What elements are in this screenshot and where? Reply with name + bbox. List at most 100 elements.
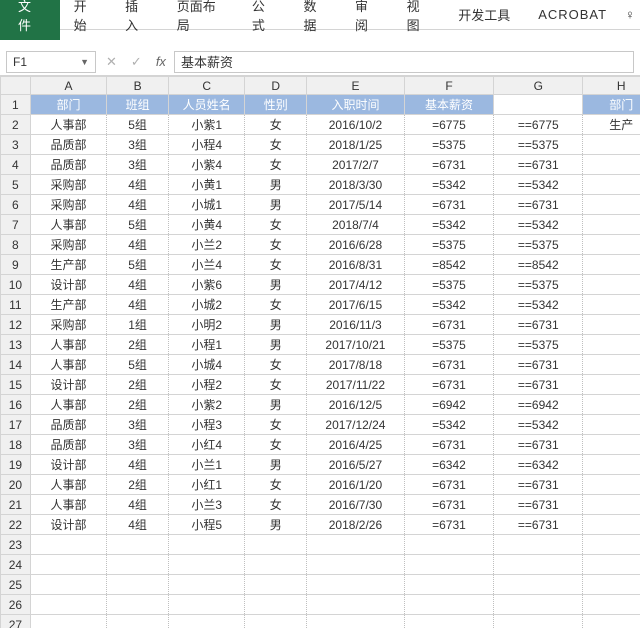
rowhead[interactable]: 8 — [1, 235, 31, 255]
cell[interactable] — [307, 535, 405, 555]
cell[interactable]: 女 — [245, 135, 307, 155]
cell[interactable] — [307, 555, 405, 575]
cell[interactable]: 4组 — [107, 235, 169, 255]
cell[interactable]: 2组 — [107, 395, 169, 415]
cell[interactable] — [168, 555, 245, 575]
cell[interactable] — [168, 615, 245, 629]
cell[interactable]: =6775 — [404, 115, 493, 135]
cell[interactable] — [583, 415, 640, 435]
cell[interactable]: ==5375 — [494, 335, 583, 355]
rowhead[interactable]: 10 — [1, 275, 31, 295]
tab-file[interactable]: 文件 — [0, 0, 60, 40]
cell[interactable]: 女 — [245, 475, 307, 495]
cell[interactable]: 小兰3 — [168, 495, 245, 515]
cell[interactable]: 4组 — [107, 195, 169, 215]
cell[interactable]: 2016/5/27 — [307, 455, 405, 475]
cell[interactable]: 女 — [245, 155, 307, 175]
cell[interactable]: =6731 — [404, 495, 493, 515]
cell[interactable] — [583, 495, 640, 515]
cell[interactable] — [583, 215, 640, 235]
cell[interactable]: =5375 — [404, 335, 493, 355]
cell[interactable]: 小城4 — [168, 355, 245, 375]
select-all-corner[interactable] — [1, 77, 31, 95]
rowhead[interactable]: 5 — [1, 175, 31, 195]
cell[interactable] — [168, 575, 245, 595]
cell[interactable] — [583, 375, 640, 395]
cell[interactable] — [404, 595, 493, 615]
cell[interactable]: 3组 — [107, 135, 169, 155]
cell[interactable] — [494, 595, 583, 615]
cell[interactable]: =5342 — [404, 415, 493, 435]
cell[interactable]: 人事部 — [30, 395, 107, 415]
rowhead[interactable]: 4 — [1, 155, 31, 175]
cell[interactable]: =5342 — [404, 295, 493, 315]
cell[interactable]: 设计部 — [30, 515, 107, 535]
cell[interactable]: 小黄1 — [168, 175, 245, 195]
cell[interactable]: =6731 — [404, 375, 493, 395]
cell[interactable]: 品质部 — [30, 135, 107, 155]
cell[interactable] — [583, 615, 640, 629]
cell[interactable]: =6731 — [404, 315, 493, 335]
cell[interactable]: 2016/10/2 — [307, 115, 405, 135]
cell[interactable] — [494, 95, 583, 115]
cell[interactable]: ==6731 — [494, 435, 583, 455]
cell[interactable]: 小明2 — [168, 315, 245, 335]
cell[interactable]: 采购部 — [30, 235, 107, 255]
tab-home[interactable]: 开始 — [60, 0, 112, 40]
rowhead[interactable]: 12 — [1, 315, 31, 335]
cell[interactable]: 女 — [245, 495, 307, 515]
cell[interactable]: 小兰1 — [168, 455, 245, 475]
cell[interactable]: 人事部 — [30, 215, 107, 235]
cell[interactable]: 女 — [245, 415, 307, 435]
rowhead[interactable]: 19 — [1, 455, 31, 475]
cell[interactable]: 2017/8/18 — [307, 355, 405, 375]
chevron-down-icon[interactable]: ▼ — [80, 57, 89, 67]
cell[interactable]: 3组 — [107, 155, 169, 175]
cell[interactable] — [30, 535, 107, 555]
cell[interactable]: 女 — [245, 295, 307, 315]
cell[interactable] — [168, 535, 245, 555]
cell[interactable] — [307, 595, 405, 615]
cell[interactable]: 2016/12/5 — [307, 395, 405, 415]
cell[interactable]: 品质部 — [30, 415, 107, 435]
cell[interactable] — [245, 575, 307, 595]
cell[interactable]: =6731 — [404, 515, 493, 535]
cell[interactable] — [30, 555, 107, 575]
cell[interactable]: 人事部 — [30, 475, 107, 495]
name-box[interactable]: F1 ▼ — [6, 51, 96, 73]
cell[interactable] — [583, 535, 640, 555]
rowhead[interactable]: 3 — [1, 135, 31, 155]
cell[interactable]: 女 — [245, 255, 307, 275]
formula-bar[interactable]: 基本薪资 — [174, 51, 634, 73]
cell[interactable]: ==5342 — [494, 295, 583, 315]
cell[interactable] — [583, 155, 640, 175]
rowhead[interactable]: 21 — [1, 495, 31, 515]
cell[interactable] — [583, 355, 640, 375]
rowhead[interactable]: 1 — [1, 95, 31, 115]
cell[interactable] — [404, 615, 493, 629]
colhead-F[interactable]: F — [404, 77, 493, 95]
cell[interactable]: 小红4 — [168, 435, 245, 455]
cell[interactable]: ==5342 — [494, 215, 583, 235]
cell[interactable]: 小程5 — [168, 515, 245, 535]
cell[interactable]: =6731 — [404, 435, 493, 455]
cell[interactable]: 男 — [245, 315, 307, 335]
cell[interactable]: 品质部 — [30, 435, 107, 455]
cell[interactable]: =5342 — [404, 215, 493, 235]
cell[interactable]: 小紫2 — [168, 395, 245, 415]
cell[interactable]: 人事部 — [30, 355, 107, 375]
cell[interactable] — [494, 615, 583, 629]
cell[interactable]: 男 — [245, 395, 307, 415]
cell[interactable]: 班组 — [107, 95, 169, 115]
cell[interactable] — [583, 435, 640, 455]
cell[interactable] — [583, 455, 640, 475]
cell[interactable]: 小兰2 — [168, 235, 245, 255]
rowhead[interactable]: 11 — [1, 295, 31, 315]
cell[interactable] — [583, 135, 640, 155]
cell[interactable]: ==6731 — [494, 475, 583, 495]
rowhead[interactable]: 6 — [1, 195, 31, 215]
rowhead[interactable]: 20 — [1, 475, 31, 495]
cell[interactable]: 2016/6/28 — [307, 235, 405, 255]
cell[interactable]: =6731 — [404, 475, 493, 495]
cell[interactable]: 4组 — [107, 295, 169, 315]
